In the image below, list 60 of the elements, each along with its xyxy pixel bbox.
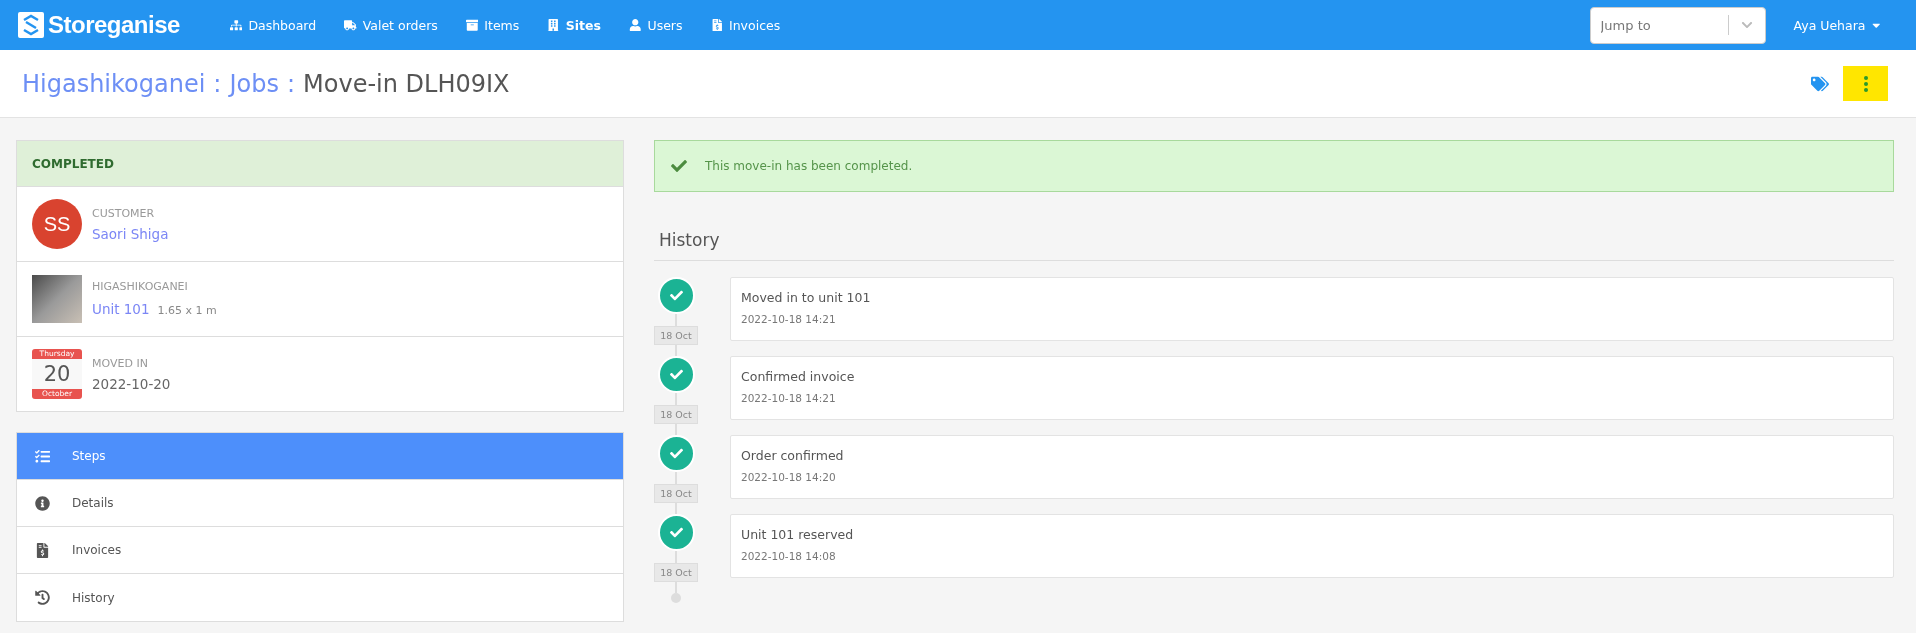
customer-caption: CUSTOMER	[92, 206, 156, 220]
nav-link[interactable]: Users	[629, 17, 683, 33]
status-header: COMPLETED	[17, 141, 623, 187]
history-icon	[35, 590, 50, 605]
date-tag: 18 Oct	[654, 404, 698, 424]
document-icon	[710, 18, 723, 32]
building-icon	[547, 18, 560, 32]
user-menu[interactable]: Aya Uehara	[1793, 17, 1882, 33]
brand-name: Storeganise	[48, 11, 180, 39]
customer-link[interactable]: Saori Shiga	[92, 225, 169, 242]
user-icon	[629, 18, 642, 32]
truck-icon	[344, 18, 357, 32]
moved-in-caption: MOVED IN	[92, 356, 149, 370]
event-title: Unit 101 reserved	[741, 527, 855, 542]
breadcrumb-link[interactable]: Jobs	[229, 69, 279, 98]
event-title: Confirmed invoice	[741, 369, 856, 384]
moved-in-date: 2022-10-20	[92, 375, 171, 392]
breadcrumb-link[interactable]: Higashikoganei	[22, 69, 206, 98]
breadcrumb-separator: :	[213, 69, 222, 98]
event-title: Moved in to unit 101	[741, 290, 872, 305]
date-tag: 18 Oct	[654, 562, 698, 582]
sitemap-icon	[229, 18, 243, 32]
menu-item[interactable]: Steps	[17, 433, 623, 480]
chevron-down-icon	[1740, 19, 1753, 31]
site-caption: HIGASHIKOGANEI	[92, 280, 189, 293]
check-icon	[657, 514, 695, 551]
nav-link[interactable]: Dashboard	[229, 17, 317, 33]
nav-link[interactable]: Sites	[547, 17, 601, 33]
check-icon	[657, 356, 695, 393]
checklist-icon	[35, 448, 50, 464]
more-button[interactable]	[1843, 66, 1888, 101]
nav-link[interactable]: Valet orders	[344, 17, 438, 33]
event-time: 2022-10-18 14:08	[741, 550, 837, 562]
check-icon	[671, 158, 687, 174]
event-time: 2022-10-18 14:21	[741, 313, 837, 325]
event-title: Order confirmed	[741, 448, 845, 463]
event-time: 2022-10-18 14:21	[741, 392, 837, 404]
date-tag: 18 Oct	[654, 483, 698, 503]
tags-icon[interactable]	[1811, 74, 1829, 93]
jump-to-field[interactable]: Jump to	[1590, 17, 1728, 33]
date-tag: 18 Oct	[654, 325, 698, 345]
nav-link[interactable]: Items	[465, 17, 520, 33]
alert-text: This move-in has been completed.	[705, 159, 913, 173]
unit-link[interactable]: Unit 101	[92, 301, 150, 317]
archive-icon	[465, 18, 479, 32]
breadcrumb-separator: :	[286, 69, 296, 98]
event-time: 2022-10-18 14:20	[741, 471, 837, 483]
unit-size: 1.65 x 1 m	[157, 304, 217, 317]
history-heading: History	[654, 230, 1894, 261]
nav-link[interactable]: Invoices	[710, 17, 781, 33]
brand-logo[interactable]: Storeganise	[18, 11, 180, 39]
check-icon	[657, 277, 695, 314]
logo-icon	[18, 12, 44, 38]
info-icon	[35, 495, 50, 511]
customer-avatar: SS	[32, 199, 82, 249]
check-icon	[657, 435, 695, 472]
jump-to-field[interactable]: Jump to	[1589, 6, 1766, 44]
page-title: Move-in DLH09IX	[303, 69, 510, 98]
document-icon	[35, 542, 50, 558]
photo-placeholder	[32, 275, 82, 323]
